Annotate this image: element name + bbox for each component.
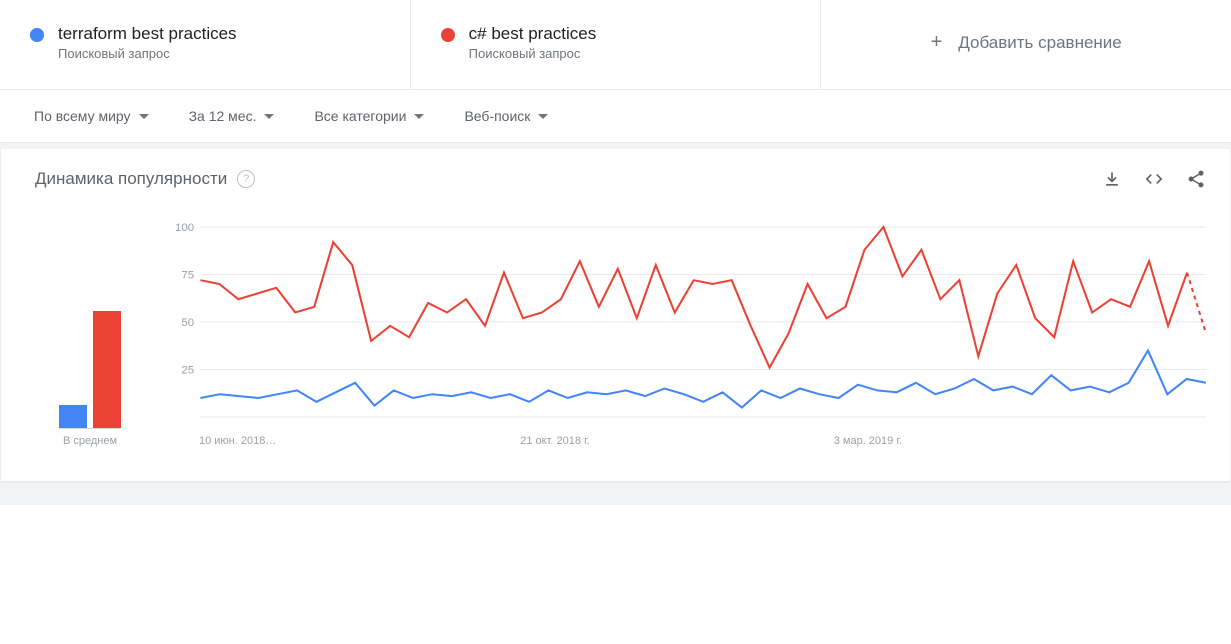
chevron-down-icon [139,114,149,119]
help-icon[interactable]: ? [237,170,255,188]
filter-period-label: За 12 мес. [189,108,257,124]
series-blue-line [200,351,1206,408]
x-label-2: 21 окт. 2018 г. [520,435,590,447]
trend-panel: Динамика популярности ? В среднем [1,149,1230,481]
filter-bar: По всему миру За 12 мес. Все категории В… [0,90,1231,142]
chevron-down-icon [414,114,424,119]
series-dot-red [441,28,455,42]
compare-term-2[interactable]: c# best practices Поисковый запрос [411,0,822,89]
filter-region[interactable]: По всему миру [34,108,149,124]
avg-bar-red [93,311,121,428]
panel-wrap: Динамика популярности ? В среднем [0,142,1231,505]
add-compare-label: Добавить сравнение [958,33,1121,53]
avg-bar-blue [59,405,87,428]
filter-region-label: По всему миру [34,108,131,124]
svg-text:100: 100 [175,222,194,234]
filter-category[interactable]: Все категории [314,108,424,124]
x-axis-labels: 10 июн. 2018… 21 окт. 2018 г. 3 мар. 201… [165,435,1206,447]
embed-icon[interactable] [1144,169,1164,189]
panel-actions [1102,169,1206,189]
chevron-down-icon [264,114,274,119]
share-icon[interactable] [1186,169,1206,189]
filter-period[interactable]: За 12 мес. [189,108,275,124]
download-icon[interactable] [1102,169,1122,189]
term-sublabel: Поисковый запрос [58,46,237,61]
average-label: В среднем [63,435,117,447]
line-chart-svg: 25 50 75 100 [165,219,1206,429]
average-column: В среднем [35,219,145,447]
term-label: c# best practices [469,24,597,44]
chart-area: В среднем 25 50 75 100 10 июн. 2018… 21 окт… [1,209,1230,481]
add-compare-button[interactable]: + Добавить сравнение [821,0,1231,89]
compare-row: terraform best practices Поисковый запро… [0,0,1231,90]
chevron-down-icon [538,114,548,119]
x-label-3: 3 мар. 2019 г. [834,435,902,447]
filter-type-label: Веб-поиск [464,108,530,124]
series-dot-blue [30,28,44,42]
panel-head: Динамика популярности ? [1,149,1230,209]
series-red-dash [1187,273,1206,334]
svg-text:75: 75 [181,270,194,282]
filter-type[interactable]: Веб-поиск [464,108,548,124]
average-bars [59,241,121,429]
series-red-line [200,227,1187,368]
term-label: terraform best practices [58,24,237,44]
svg-text:50: 50 [181,317,194,329]
filter-category-label: Все категории [314,108,406,124]
line-chart: 25 50 75 100 10 июн. 2018… 21 окт. 2018 г. … [165,219,1206,447]
svg-text:25: 25 [181,365,194,377]
panel-title-text: Динамика популярности [35,169,227,189]
compare-term-1[interactable]: terraform best practices Поисковый запро… [0,0,411,89]
panel-title: Динамика популярности ? [35,169,255,189]
x-label-1: 10 июн. 2018… [199,435,276,447]
term-sublabel: Поисковый запрос [469,46,597,61]
plus-icon: + [931,31,943,54]
